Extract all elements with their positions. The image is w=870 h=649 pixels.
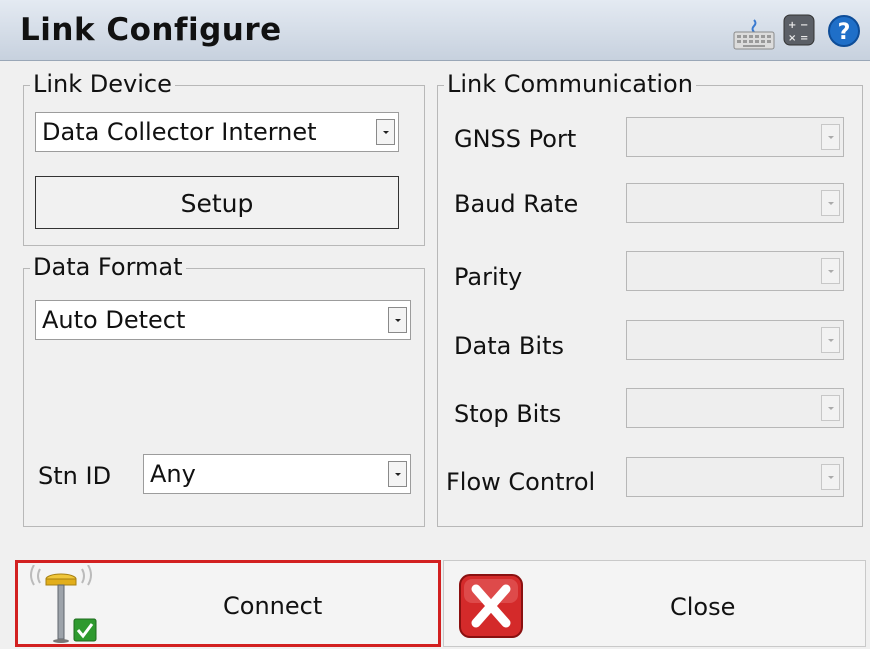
setup-button[interactable]: Setup: [35, 176, 399, 229]
chevron-down-icon[interactable]: [821, 124, 840, 150]
close-label: Close: [670, 593, 736, 621]
keyboard-icon[interactable]: [733, 18, 775, 54]
stn-id-value: Any: [150, 460, 196, 488]
close-button[interactable]: Close: [443, 560, 866, 647]
chevron-down-icon[interactable]: [821, 258, 840, 284]
chevron-down-icon[interactable]: [821, 395, 840, 421]
connect-button[interactable]: Connect: [15, 560, 441, 647]
baud-rate-label: Baud Rate: [454, 190, 579, 218]
help-icon[interactable]: ?: [827, 14, 861, 52]
data-bits-select[interactable]: [626, 320, 844, 360]
data-bits-label: Data Bits: [454, 332, 564, 360]
stop-bits-label: Stop Bits: [454, 400, 562, 428]
link-device-legend: Link Device: [30, 70, 175, 98]
data-format-legend: Data Format: [30, 253, 186, 281]
baud-rate-select[interactable]: [626, 183, 844, 223]
window-title: Link Configure: [20, 12, 282, 48]
flow-control-label: Flow Control: [446, 468, 596, 496]
flow-control-select[interactable]: [626, 457, 844, 497]
svg-text:×: ×: [788, 33, 796, 44]
chevron-down-icon[interactable]: [388, 307, 407, 333]
svg-text:+: +: [788, 20, 796, 31]
data-format-select[interactable]: Auto Detect: [35, 300, 411, 340]
chevron-down-icon[interactable]: [821, 190, 840, 216]
link-device-select[interactable]: Data Collector Internet: [35, 112, 399, 152]
link-communication-legend: Link Communication: [444, 70, 696, 98]
stn-id-select[interactable]: Any: [143, 454, 411, 494]
chevron-down-icon[interactable]: [388, 461, 407, 487]
parity-label: Parity: [454, 263, 523, 291]
chevron-down-icon[interactable]: [821, 464, 840, 490]
close-icon: [458, 573, 524, 643]
chevron-down-icon[interactable]: [821, 327, 840, 353]
stop-bits-select[interactable]: [626, 388, 844, 428]
gnss-antenna-icon: [24, 564, 108, 649]
calculator-icon[interactable]: + − × =: [783, 14, 815, 50]
connect-label: Connect: [223, 592, 323, 620]
svg-text:−: −: [800, 20, 808, 31]
gnss-port-select[interactable]: [626, 117, 844, 157]
svg-text:=: =: [800, 33, 808, 44]
chevron-down-icon[interactable]: [376, 119, 395, 145]
svg-text:?: ?: [838, 20, 851, 45]
stn-id-label: Stn ID: [38, 462, 112, 490]
data-format-value: Auto Detect: [42, 306, 186, 334]
parity-select[interactable]: [626, 251, 844, 291]
title-bar: Link Configure + − × = ?: [0, 0, 870, 61]
link-device-value: Data Collector Internet: [42, 118, 317, 146]
gnss-port-label: GNSS Port: [454, 125, 577, 153]
